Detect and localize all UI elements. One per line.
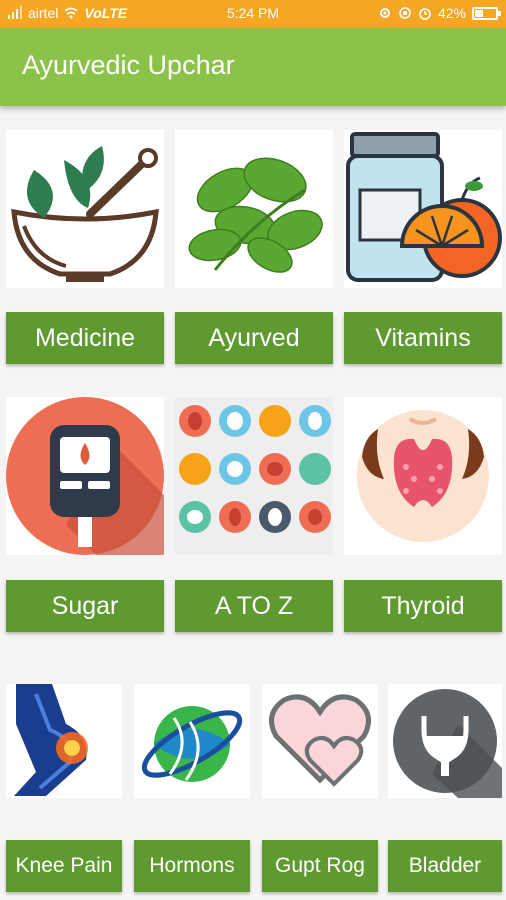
hearts-icon[interactable] [262,684,378,798]
bladder-button[interactable]: Bladder [388,840,502,892]
mortar-pestle-herbs-icon[interactable] [6,130,164,288]
alarm-clock-icon [418,6,432,20]
vitamins-button[interactable]: Vitamins [344,312,502,364]
gupt-rog-button[interactable]: Gupt Rog [262,840,378,892]
thyroid-icon[interactable] [344,397,502,555]
thyroid-button[interactable]: Thyroid [344,580,502,632]
sync-icon [398,6,412,20]
knee-pain-button[interactable]: Knee Pain [6,840,122,892]
ayurved-button[interactable]: Ayurved [175,312,333,364]
battery-icon [472,6,501,20]
organs-grid-icon[interactable] [175,397,333,555]
glucometer-icon[interactable] [6,397,164,555]
app-bar: Ayurvedic Upchar [0,28,506,106]
vitamin-jar-orange-icon[interactable] [344,130,502,288]
settings-gear-icon [378,6,392,20]
dna-globe-icon[interactable] [134,684,250,798]
bladder-icon[interactable] [388,684,502,798]
a-to-z-button[interactable]: A TO Z [175,580,333,632]
medicine-button[interactable]: Medicine [6,312,164,364]
status-bar: airtel VoLTE 5:24 PM 42% [0,0,506,28]
sugar-button[interactable]: Sugar [6,580,164,632]
battery-percent: 42% [437,5,466,21]
app-title: Ayurvedic Upchar [22,50,235,80]
hormons-button[interactable]: Hormons [134,840,250,892]
mint-leaves-icon[interactable] [175,130,333,288]
knee-pain-icon[interactable] [6,684,122,798]
